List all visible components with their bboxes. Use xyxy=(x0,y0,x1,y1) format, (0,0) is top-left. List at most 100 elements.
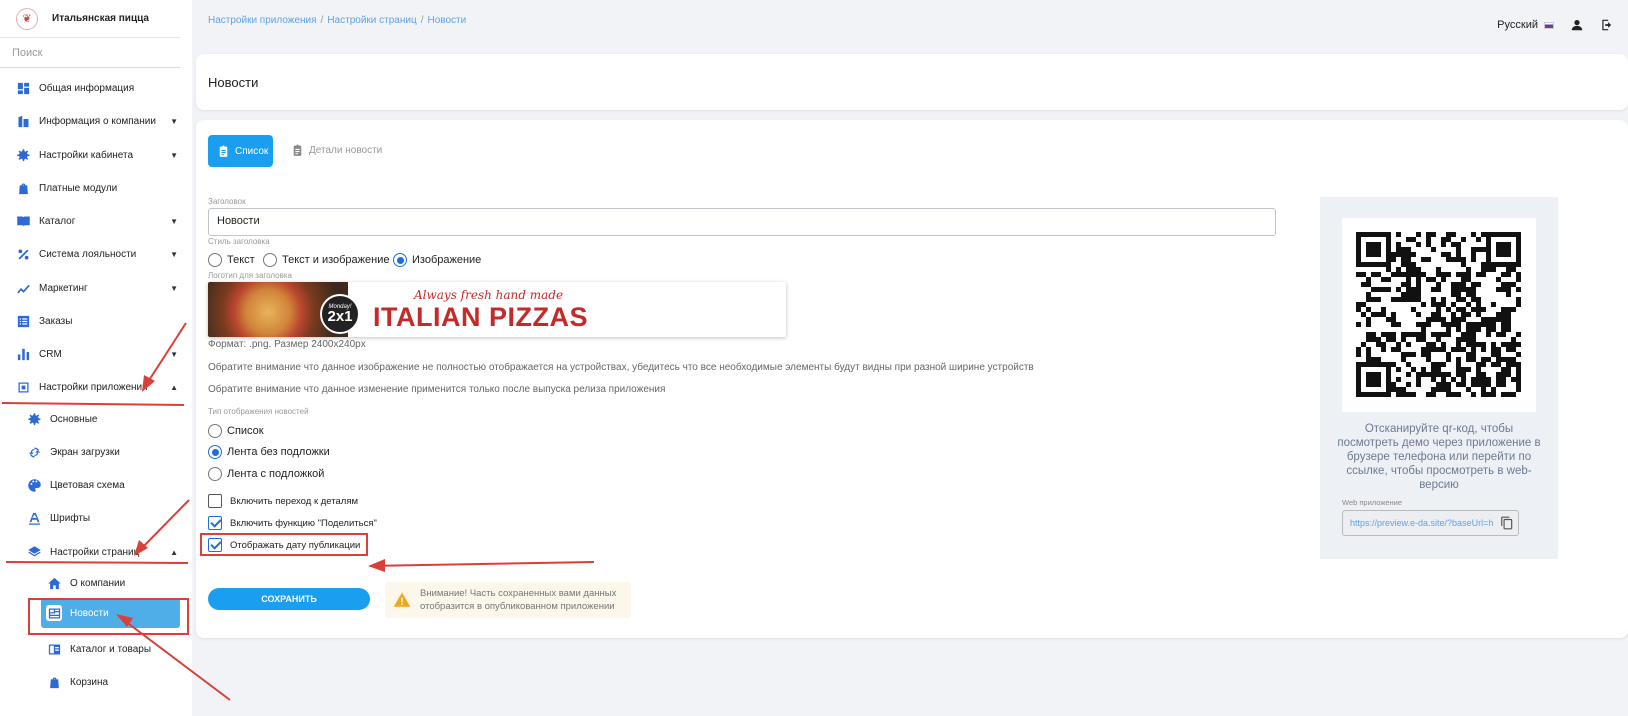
sidebar-item-label: Корзина xyxy=(70,676,109,688)
sidebar-item-label: Общая информация xyxy=(39,82,135,94)
sidebar-item[interactable]: Маркетинг ▼ xyxy=(0,276,190,300)
sidebar-item[interactable]: Общая информация xyxy=(0,76,190,100)
sidebar-item-label: Настройки приложения xyxy=(39,381,148,393)
sidebar-item-label: Каталог xyxy=(39,215,76,227)
layers-icon xyxy=(26,544,42,560)
clipboard-icon xyxy=(219,145,228,157)
format-note: Формат: .png. Размер 2400x240px xyxy=(208,339,366,350)
sidebar-item[interactable]: Каталог ▼ xyxy=(0,209,190,233)
bag-icon xyxy=(15,180,31,196)
sidebar-item-label: Настройки страниц xyxy=(50,546,140,558)
sidebar-item-label: Маркетинг xyxy=(39,282,88,294)
tab-details-label: Детали новости xyxy=(309,145,383,156)
save-button[interactable]: СОХРАНИТЬ xyxy=(208,588,370,610)
sidebar-item-label: Настройки кабинета xyxy=(39,149,134,161)
breadcrumb-item[interactable]: Настройки приложения xyxy=(208,15,317,26)
warning-text: Внимание! Часть сохраненных вами данных … xyxy=(420,588,617,612)
breadcrumb-item[interactable]: Новости xyxy=(427,15,466,26)
search-input[interactable]: Поиск xyxy=(0,38,180,68)
radio-selected xyxy=(393,253,407,267)
web-app-url[interactable]: https://preview.e-da.site/?baseUrl=h xyxy=(1342,510,1519,536)
title-style-text-image[interactable]: Текст и изображение xyxy=(263,253,389,267)
sidebar-item[interactable]: Заказы xyxy=(0,309,190,333)
language-selector[interactable]: Русский xyxy=(1497,19,1554,31)
chevron-down-icon[interactable]: ▼ xyxy=(170,250,178,259)
chevron-down-icon[interactable]: ▼ xyxy=(170,217,178,226)
chevron-down-icon[interactable]: ▼ xyxy=(170,350,178,359)
sidebar-item[interactable]: CRM ▼ xyxy=(0,342,190,366)
banner-tagline: Always fresh hand made xyxy=(414,288,564,302)
radio-selected xyxy=(208,445,222,459)
details-checkbox[interactable]: Включить переход к деталям xyxy=(208,494,358,508)
sidebar-item[interactable]: Основные xyxy=(0,407,190,431)
breadcrumb-item[interactable]: Настройки страниц xyxy=(327,15,416,26)
display-type-list[interactable]: Список xyxy=(208,424,264,438)
display-type-feed-bg[interactable]: Лента с подложкой xyxy=(208,467,324,481)
title-card: Новости xyxy=(196,54,1628,110)
qr-instructions: Отсканируйте qr-код, чтобы посмотреть де… xyxy=(1337,423,1541,491)
radio-label: Лента без подложки xyxy=(227,446,330,458)
sidebar-item[interactable]: Система лояльности ▼ xyxy=(0,242,190,266)
refresh-icon xyxy=(26,444,42,460)
breadcrumb-separator: / xyxy=(420,15,424,26)
badge-main: 2x1 xyxy=(327,308,353,325)
tab-list[interactable]: Список xyxy=(208,135,273,167)
logo-label: Логотип для заголовка xyxy=(208,271,293,280)
sidebar-item[interactable]: Цветовая схема xyxy=(0,473,190,497)
bar-chart-icon xyxy=(15,346,31,362)
chevron-down-icon[interactable]: ▼ xyxy=(170,151,178,160)
checkbox-checked xyxy=(208,538,222,552)
checkbox-checked xyxy=(208,516,222,530)
brand-logo: ❦ xyxy=(16,7,38,30)
qr-panel: Отсканируйте qr-код, чтобы посмотреть де… xyxy=(1320,197,1558,559)
sidebar-item[interactable]: Настройки кабинета ▼ xyxy=(0,143,190,167)
sidebar-item[interactable]: Экран загрузки xyxy=(0,440,190,464)
share-checkbox[interactable]: Включить функцию "Поделиться" xyxy=(208,516,377,530)
sidebar-item-label: Цветовая схема xyxy=(50,479,125,491)
tab-details[interactable]: Детали новости xyxy=(291,144,382,157)
sidebar-item-label: Платные модули xyxy=(39,182,118,194)
chevron-down-icon[interactable]: ▼ xyxy=(170,284,178,293)
radio-label: Список xyxy=(227,425,264,437)
sidebar-item[interactable]: Настройки страниц ▲ xyxy=(0,540,190,564)
news-settings-card: Список Детали новости Заголовок Новости … xyxy=(196,120,1628,638)
chevron-down-icon[interactable]: ▼ xyxy=(170,117,178,126)
tab-list-label: Список xyxy=(235,145,269,157)
radio-label: Лента с подложкой xyxy=(227,468,325,480)
catalog-icon xyxy=(46,641,62,657)
radio-label: Текст xyxy=(227,254,255,266)
logout-icon[interactable] xyxy=(1600,18,1614,32)
bag-icon xyxy=(46,674,62,690)
radio xyxy=(263,253,277,267)
chevron-up-icon[interactable]: ▲ xyxy=(170,548,178,557)
sidebar-item[interactable]: Каталог и товары xyxy=(0,637,190,661)
sidebar-item[interactable]: Настройки приложения ▲ xyxy=(0,375,190,399)
font-icon xyxy=(26,510,42,526)
sidebar-item[interactable]: Новости xyxy=(41,598,180,628)
sidebar-item[interactable]: Информация о компании ▼ xyxy=(0,109,190,133)
sidebar-item[interactable]: Шрифты xyxy=(0,506,190,530)
title-input[interactable]: Новости xyxy=(208,208,1276,236)
title-field-label: Заголовок xyxy=(208,197,246,206)
title-style-image[interactable]: Изображение xyxy=(393,253,481,267)
sidebar-item-label: Заказы xyxy=(39,315,73,327)
header-logo-image[interactable]: Monday! 2x1 Always fresh hand made ITALI… xyxy=(208,282,786,337)
chevron-up-icon[interactable]: ▲ xyxy=(170,383,178,392)
sidebar-item[interactable]: Корзина xyxy=(0,670,190,694)
user-icon[interactable] xyxy=(1570,18,1584,32)
building-icon xyxy=(15,113,31,129)
warning-notice: Внимание! Часть сохраненных вами данных … xyxy=(385,582,631,618)
sidebar-item[interactable]: О компании xyxy=(0,571,190,595)
copy-icon[interactable] xyxy=(1500,516,1514,530)
title-style-label: Стиль заголовка xyxy=(208,237,270,246)
sidebar-item[interactable]: Платные модули xyxy=(0,176,190,200)
checkbox xyxy=(208,494,222,508)
chart-line-icon xyxy=(15,280,31,296)
title-style-text[interactable]: Текст xyxy=(208,253,255,267)
book-icon xyxy=(15,213,31,229)
sidebar-item-label: Система лояльности xyxy=(39,248,137,260)
display-type-feed-no-bg[interactable]: Лента без подложки xyxy=(208,445,330,459)
sidebar: ❦ Итальянская пицца Поиск Общая информац… xyxy=(0,0,192,716)
publish-date-checkbox[interactable]: Отображать дату публикации xyxy=(208,538,360,552)
brand[interactable]: ❦ Итальянская пицца xyxy=(0,0,180,38)
